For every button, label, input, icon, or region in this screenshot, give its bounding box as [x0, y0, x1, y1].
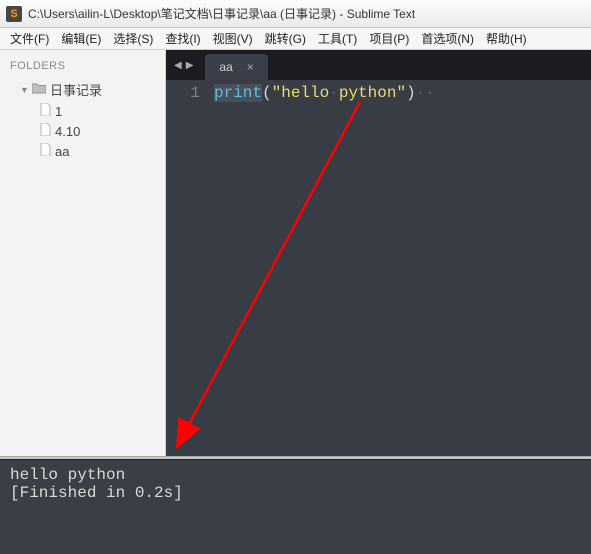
menu-bar: 文件(F) 编辑(E) 选择(S) 查找(I) 视图(V) 跳转(G) 工具(T… [0, 28, 591, 50]
title-bar: S C:\Users\ailin-L\Desktop\笔记文档\日事记录\aa … [0, 0, 591, 28]
menu-find[interactable]: 查找(I) [159, 28, 206, 49]
folder-icon [32, 82, 46, 97]
file-label: 1 [55, 104, 62, 119]
app-icon: S [6, 6, 22, 22]
token-open-paren: ( [262, 84, 272, 102]
editor-pane: ◀ ▶ aa × 1 print("hello·python")·· [166, 50, 591, 456]
sidebar-heading: FOLDERS [6, 58, 159, 78]
menu-select[interactable]: 选择(S) [107, 28, 159, 49]
menu-file[interactable]: 文件(F) [4, 28, 55, 49]
file-item[interactable]: 4.10 [6, 121, 159, 141]
sidebar: FOLDERS ▼ 日事记录 1 4.10 aa [0, 50, 166, 456]
line-number: 1 [166, 84, 200, 102]
code-area[interactable]: 1 print("hello·python")·· [166, 80, 591, 456]
tab-bar: ◀ ▶ aa × [166, 50, 591, 80]
menu-prefs[interactable]: 首选项(N) [415, 28, 480, 49]
menu-view[interactable]: 视图(V) [207, 28, 259, 49]
tab-active[interactable]: aa × [205, 54, 267, 80]
menu-project[interactable]: 项目(P) [363, 28, 415, 49]
folder-label: 日事记录 [50, 80, 102, 99]
file-label: 4.10 [55, 124, 80, 139]
tab-prev-icon[interactable]: ◀ [174, 60, 182, 71]
menu-help[interactable]: 帮助(H) [480, 28, 533, 49]
menu-tools[interactable]: 工具(T) [312, 28, 363, 49]
code-line[interactable]: print("hello·python")·· [210, 80, 435, 456]
token-trailing-ws: ·· [416, 84, 435, 102]
token-function: print [214, 84, 262, 102]
file-item[interactable]: 1 [6, 101, 159, 121]
tab-next-icon[interactable]: ▶ [186, 60, 194, 71]
tab-nav-arrows[interactable]: ◀ ▶ [166, 50, 205, 80]
menu-edit[interactable]: 编辑(E) [55, 28, 107, 49]
token-close-paren: ) [406, 84, 416, 102]
file-item[interactable]: aa [6, 141, 159, 161]
file-label: aa [55, 144, 69, 159]
console-line: hello python [10, 466, 581, 484]
chevron-down-icon: ▼ [20, 85, 28, 95]
file-icon [40, 103, 51, 119]
console-line: [Finished in 0.2s] [10, 484, 581, 502]
folder-root[interactable]: ▼ 日事记录 [6, 78, 159, 101]
token-string: "hello·python" [272, 84, 406, 102]
file-icon [40, 123, 51, 139]
menu-goto[interactable]: 跳转(G) [259, 28, 312, 49]
build-output-panel[interactable]: hello python [Finished in 0.2s] [0, 459, 591, 554]
workspace: FOLDERS ▼ 日事记录 1 4.10 aa [0, 50, 591, 456]
window-title: C:\Users\ailin-L\Desktop\笔记文档\日事记录\aa (日… [28, 5, 415, 22]
gutter: 1 [166, 80, 210, 456]
tab-label: aa [219, 60, 232, 74]
close-icon[interactable]: × [247, 60, 254, 74]
file-icon [40, 143, 51, 159]
